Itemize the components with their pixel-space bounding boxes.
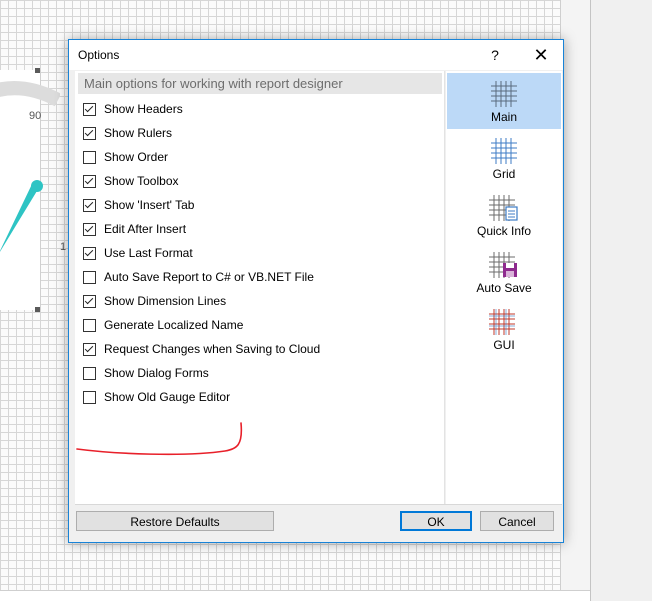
option-row[interactable]: Show 'Insert' Tab — [83, 195, 194, 215]
category-label-quick-info: Quick Info — [476, 224, 532, 238]
option-row[interactable]: Show Dimension Lines — [83, 291, 226, 311]
option-row[interactable]: Show Toolbox — [83, 171, 179, 191]
ok-button[interactable]: OK — [400, 511, 472, 531]
category-panel: Main Grid Quick Info Auto Save GUI — [446, 71, 562, 504]
footer-separator — [75, 504, 562, 505]
checkbox-checked[interactable] — [83, 342, 96, 356]
pane-divider — [444, 71, 445, 504]
checkbox-unchecked[interactable] — [83, 390, 96, 404]
option-row[interactable]: Show Order — [83, 147, 168, 167]
option-label[interactable]: Request Changes when Saving to Cloud — [104, 342, 320, 356]
help-button[interactable]: ? — [481, 40, 509, 70]
gauge-graphic — [0, 81, 60, 252]
option-row[interactable]: Show Dialog Forms — [83, 363, 209, 383]
gauge-needle — [0, 182, 40, 252]
category-label-gui: GUI — [493, 338, 515, 352]
checkbox-checked[interactable] — [83, 294, 96, 308]
category-gui[interactable]: GUI — [447, 301, 561, 357]
option-row[interactable]: Use Last Format — [83, 243, 193, 263]
quick-info-icon — [489, 195, 518, 221]
option-label[interactable]: Edit After Insert — [104, 222, 186, 236]
option-row[interactable]: Edit After Insert — [83, 219, 186, 239]
option-row[interactable]: Request Changes when Saving to Cloud — [83, 339, 320, 359]
checkbox-checked[interactable] — [83, 174, 96, 188]
option-label[interactable]: Show 'Insert' Tab — [104, 198, 194, 212]
category-grid[interactable]: Grid — [447, 130, 561, 186]
option-label[interactable]: Show Dimension Lines — [104, 294, 226, 308]
checkbox-unchecked[interactable] — [83, 150, 96, 164]
checkbox-checked[interactable] — [83, 126, 96, 140]
option-label[interactable]: Show Dialog Forms — [104, 366, 209, 380]
checkbox-checked[interactable] — [83, 198, 96, 212]
option-label[interactable]: Show Rulers — [104, 126, 172, 140]
dialog-titlebar[interactable]: Options ? ✕ — [69, 40, 563, 70]
category-main[interactable]: Main — [447, 73, 561, 129]
option-row[interactable]: Generate Localized Name — [83, 315, 243, 335]
options-dialog: Options ? ✕ Main options for working wit… — [68, 39, 564, 543]
checkbox-unchecked[interactable] — [83, 270, 96, 284]
main-grid-icon — [491, 81, 517, 107]
gauge-tick-label-side: 1 — [60, 241, 67, 253]
checkbox-checked[interactable] — [83, 222, 96, 236]
option-row[interactable]: Show Rulers — [83, 123, 172, 143]
grid-icon — [491, 138, 517, 164]
options-pane: Main options for working with report des… — [75, 71, 444, 504]
checkbox-unchecked[interactable] — [83, 318, 96, 332]
option-row[interactable]: Show Headers — [83, 99, 183, 119]
checkbox-unchecked[interactable] — [83, 366, 96, 380]
dialog-title: Options — [78, 48, 120, 62]
checkbox-checked[interactable] — [83, 246, 96, 260]
gui-icon — [489, 309, 515, 335]
auto-save-icon — [489, 252, 517, 278]
gauge-arc — [0, 81, 60, 107]
cancel-button[interactable]: Cancel — [480, 511, 554, 531]
gauge-resize-handle[interactable] — [35, 68, 40, 73]
category-label-auto-save: Auto Save — [476, 281, 532, 295]
section-header: Main options for working with report des… — [78, 73, 442, 94]
option-label[interactable]: Show Headers — [104, 102, 183, 116]
category-label-grid: Grid — [492, 167, 516, 181]
option-row[interactable]: Auto Save Report to C# or VB.NET File — [83, 267, 314, 287]
category-label-main: Main — [490, 110, 517, 124]
restore-defaults-button[interactable]: Restore Defaults — [76, 511, 274, 531]
option-label[interactable]: Auto Save Report to C# or VB.NET File — [104, 270, 314, 284]
option-row[interactable]: Show Old Gauge Editor — [83, 387, 230, 407]
gauge-resize-handle[interactable] — [35, 307, 40, 312]
option-label[interactable]: Show Old Gauge Editor — [104, 390, 230, 404]
designer-scroll-area[interactable] — [590, 0, 652, 601]
category-quick-info[interactable]: Quick Info — [447, 187, 561, 243]
option-label[interactable]: Show Toolbox — [104, 174, 179, 188]
designer-bottom-bar — [0, 590, 590, 602]
option-label[interactable]: Use Last Format — [104, 246, 193, 260]
option-label[interactable]: Generate Localized Name — [104, 318, 243, 332]
gauge-needle-cap — [31, 180, 43, 192]
gauge-tick-label-top: 90 — [29, 110, 42, 122]
option-label[interactable]: Show Order — [104, 150, 168, 164]
designer-side-pane — [560, 0, 591, 601]
close-button[interactable]: ✕ — [521, 40, 561, 70]
category-auto-save[interactable]: Auto Save — [447, 244, 561, 300]
checkbox-checked[interactable] — [83, 102, 96, 116]
